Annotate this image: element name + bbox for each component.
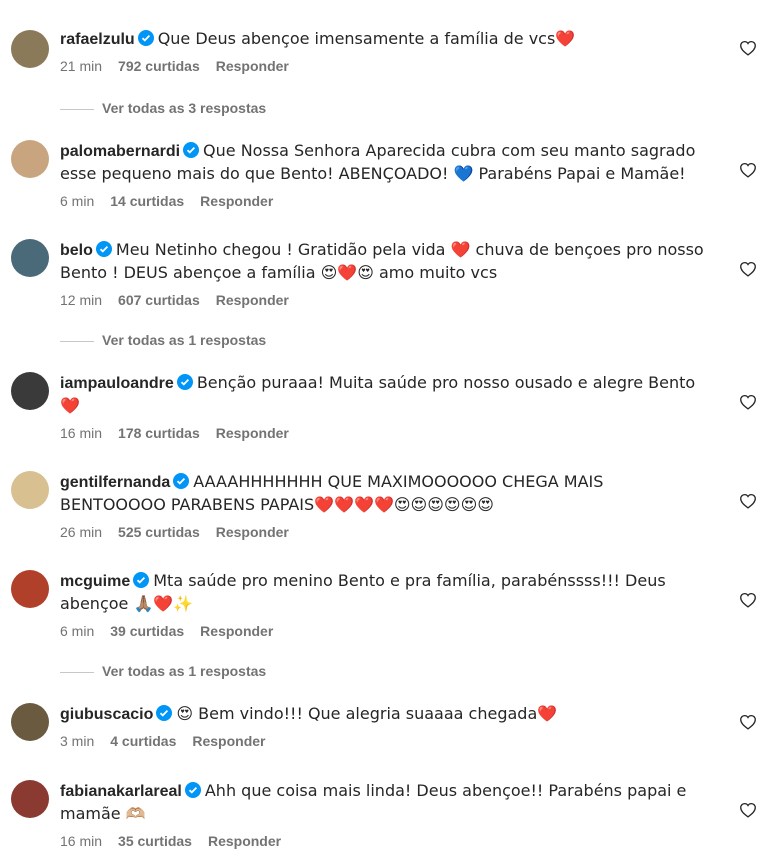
avatar[interactable] — [11, 471, 49, 509]
heart-icon[interactable] — [739, 592, 757, 608]
likes-count[interactable]: 607 curtidas — [118, 292, 200, 308]
reply-button[interactable]: Responder — [200, 193, 273, 209]
avatar[interactable] — [11, 570, 49, 608]
avatar[interactable] — [11, 239, 49, 277]
heart-icon[interactable] — [739, 714, 757, 730]
comment-text: Meu Netinho chegou ! Gratidão pela vida … — [60, 240, 704, 282]
username[interactable]: giubuscacio — [60, 706, 153, 723]
verified-icon — [156, 705, 173, 721]
avatar[interactable] — [11, 703, 49, 741]
comment-body: gentilfernanda AAAAHHHHHHH QUE MAXIMOOOOO… — [60, 471, 710, 542]
avatar[interactable] — [11, 140, 49, 178]
comment-text: Que Deus abençoe imensamente a família d… — [157, 29, 576, 48]
thread-line — [60, 108, 94, 110]
verified-icon — [184, 782, 201, 798]
comment-time: 16 min — [60, 425, 103, 441]
reply-button[interactable]: Responder — [216, 292, 289, 308]
verified-icon — [95, 241, 112, 257]
heart-icon[interactable] — [739, 40, 757, 56]
reply-button[interactable]: Responder — [192, 733, 265, 749]
heart-icon[interactable] — [739, 162, 757, 178]
heart-icon[interactable] — [739, 493, 757, 509]
comment-time: 26 min — [60, 524, 103, 540]
likes-count[interactable]: 178 curtidas — [118, 425, 200, 441]
reply-button[interactable]: Responder — [200, 623, 273, 639]
username[interactable]: rafaelzulu — [60, 31, 135, 48]
heart-icon[interactable] — [739, 394, 757, 410]
comment-body: iampauloandre Benção puraaa! Muita saúde … — [60, 372, 710, 443]
username[interactable]: palomabernardi — [60, 143, 180, 160]
likes-count[interactable]: 4 curtidas — [110, 733, 176, 749]
likes-count[interactable]: 14 curtidas — [110, 193, 184, 209]
verified-icon — [176, 374, 193, 390]
view-replies-link[interactable]: Ver todas as 1 respostas — [60, 332, 266, 348]
comment-body: giubuscacio 😍 Bem vindo!!! Que alegria su… — [60, 703, 710, 751]
avatar[interactable] — [11, 372, 49, 410]
heart-icon[interactable] — [739, 802, 757, 818]
verified-icon — [183, 142, 200, 158]
thread-line — [60, 671, 94, 673]
likes-count[interactable]: 39 curtidas — [110, 623, 184, 639]
comment-time: 12 min — [60, 292, 103, 308]
comment-text: 😍 Bem vindo!!! Que alegria suaaaa chegad… — [176, 704, 558, 723]
verified-icon — [173, 473, 190, 489]
view-replies-link[interactable]: Ver todas as 1 respostas — [60, 663, 266, 679]
verified-icon — [133, 572, 150, 588]
reply-button[interactable]: Responder — [216, 58, 289, 74]
comment-time: 16 min — [60, 833, 103, 849]
reply-button[interactable]: Responder — [216, 425, 289, 441]
reply-button[interactable]: Responder — [216, 524, 289, 540]
comment-body: rafaelzulu Que Deus abençoe imensamente a… — [60, 28, 710, 76]
comment-time: 21 min — [60, 58, 103, 74]
avatar[interactable] — [11, 780, 49, 818]
username[interactable]: belo — [60, 242, 93, 259]
username[interactable]: mcguime — [60, 573, 130, 590]
username[interactable]: fabianakarlareal — [60, 783, 182, 800]
comment-time: 6 min — [60, 193, 95, 209]
comment-body: belo Meu Netinho chegou ! Gratidão pela v… — [60, 239, 710, 310]
comment-time: 6 min — [60, 623, 95, 639]
view-replies-label: Ver todas as 3 respostas — [102, 100, 267, 116]
thread-line — [60, 340, 94, 342]
comment-body: palomabernardi Que Nossa Senhora Aparecid… — [60, 140, 710, 211]
username[interactable]: gentilfernanda — [60, 474, 170, 491]
view-replies-link[interactable]: Ver todas as 3 respostas — [60, 100, 266, 116]
username[interactable]: iampauloandre — [60, 375, 174, 392]
likes-count[interactable]: 35 curtidas — [118, 833, 192, 849]
avatar[interactable] — [11, 30, 49, 68]
heart-icon[interactable] — [739, 261, 757, 277]
comment-body: mcguime Mta saúde pro menino Bento e pra … — [60, 570, 710, 641]
likes-count[interactable]: 525 curtidas — [118, 524, 200, 540]
view-replies-label: Ver todas as 1 respostas — [102, 332, 267, 348]
comment-time: 3 min — [60, 733, 95, 749]
comment-text: Mta saúde pro menino Bento e pra família… — [60, 571, 666, 613]
verified-icon — [137, 30, 154, 46]
view-replies-label: Ver todas as 1 respostas — [102, 663, 267, 679]
comment-body: fabianakarlareal Ahh que coisa mais linda… — [60, 780, 710, 851]
reply-button[interactable]: Responder — [208, 833, 281, 849]
likes-count[interactable]: 792 curtidas — [118, 58, 200, 74]
